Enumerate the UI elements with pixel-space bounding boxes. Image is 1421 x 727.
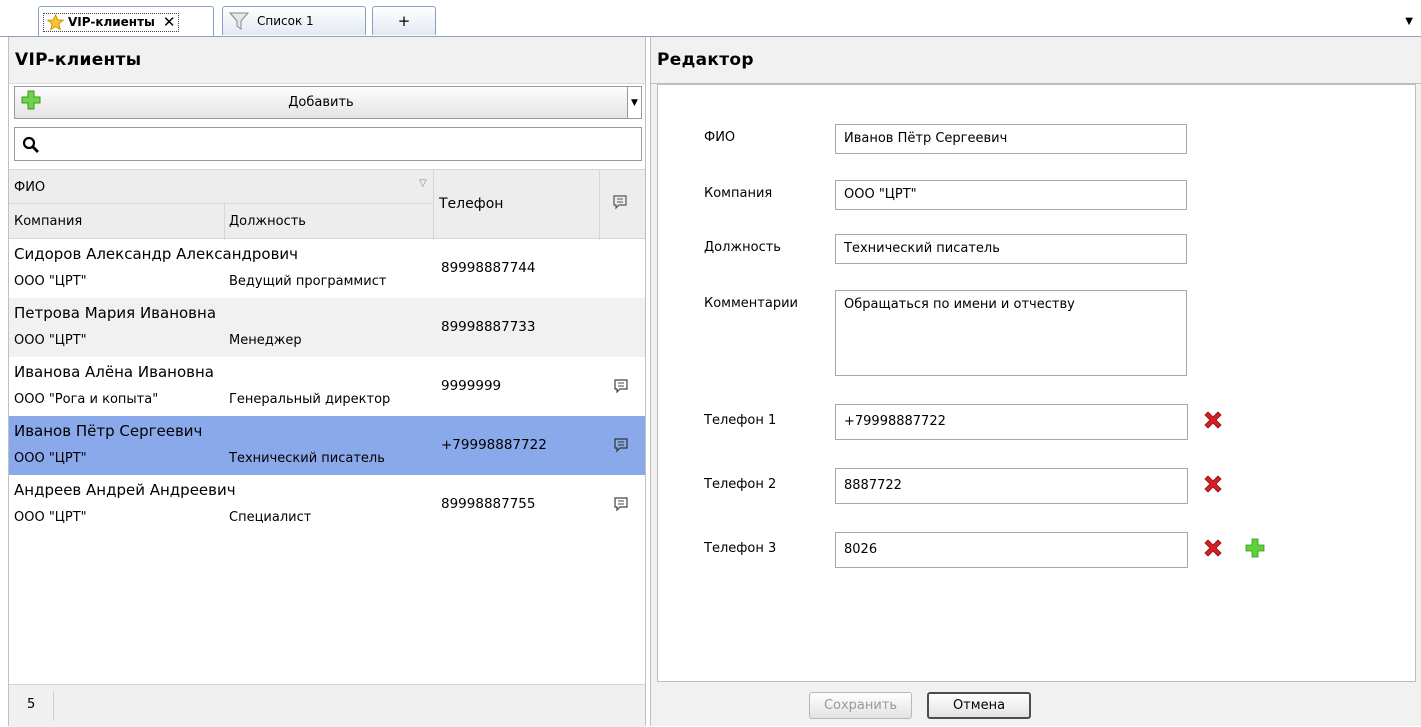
record-count: 5 xyxy=(27,697,36,712)
header-divider xyxy=(433,170,434,240)
comment-icon xyxy=(613,437,629,457)
row-name: Иванов Пётр Сергеевич xyxy=(14,422,203,440)
sort-indicator-icon: ▽ xyxy=(419,178,427,189)
table-row[interactable]: Петрова Мария Ивановна ООО "ЦРТ" Менедже… xyxy=(9,298,645,357)
header-divider xyxy=(9,203,433,204)
fio-label: ФИО xyxy=(704,130,736,145)
row-name: Сидоров Александр Александрович xyxy=(14,245,299,263)
tab-add-label: + xyxy=(397,12,411,30)
row-position: Специалист xyxy=(229,510,312,525)
row-company: ООО "ЦРТ" xyxy=(14,333,87,348)
column-header-fio[interactable]: ФИО xyxy=(14,180,45,195)
row-name: Петрова Мария Ивановна xyxy=(14,304,217,322)
comment-icon xyxy=(613,378,629,398)
table-row-selected[interactable]: Иванов Пётр Сергеевич ООО "ЦРТ" Техничес… xyxy=(9,416,645,475)
vip-clients-panel: VIP-клиенты Добавить ▼ ФИО ▽ Компания До… xyxy=(8,37,646,727)
tab-vip-label: VIP-клиенты xyxy=(68,15,155,29)
tab-list-label: Список 1 xyxy=(257,14,314,28)
row-company: ООО "Рога и копыта" xyxy=(14,392,159,407)
editor-form: ФИО Иванов Пётр Сергеевич Компания ООО "… xyxy=(657,84,1416,682)
phone-1-label: Телефон 1 xyxy=(704,413,777,428)
left-panel-footer: 5 xyxy=(9,684,645,727)
cancel-button[interactable]: Отмена xyxy=(927,692,1031,719)
comment-field[interactable]: Обращаться по имени и отчеству xyxy=(835,290,1187,376)
row-position: Менеджер xyxy=(229,333,302,348)
comment-icon xyxy=(613,496,629,516)
row-company: ООО "ЦРТ" xyxy=(14,451,87,466)
phone-2-label: Телефон 2 xyxy=(704,477,777,492)
editor-panel: Редактор ФИО Иванов Пётр Сергеевич Компа… xyxy=(650,37,1421,726)
delete-phone-2-icon[interactable] xyxy=(1202,473,1224,495)
filter-icon xyxy=(229,12,249,30)
close-icon[interactable]: ✕ xyxy=(163,13,176,31)
delete-phone-1-icon[interactable] xyxy=(1202,409,1224,431)
table-row[interactable]: Иванова Алёна Ивановна ООО "Рога и копыт… xyxy=(9,357,645,416)
row-phone: 89998887755 xyxy=(441,496,536,512)
add-phone-icon[interactable] xyxy=(1244,537,1266,559)
grid-header: ФИО ▽ Компания Должность Телефон xyxy=(9,169,645,240)
comment-label: Комментарии xyxy=(704,296,798,311)
column-header-company[interactable]: Компания xyxy=(14,214,82,229)
tab-add-new[interactable]: + xyxy=(372,6,436,35)
editor-footer: Сохранить Отмена xyxy=(651,683,1421,726)
company-field[interactable]: ООО "ЦРТ" xyxy=(835,180,1187,210)
left-panel-title: VIP-клиенты xyxy=(9,37,645,84)
row-phone: 89998887733 xyxy=(441,319,536,335)
add-button-label: Добавить xyxy=(288,95,354,110)
row-position: Технический писатель xyxy=(229,451,385,466)
search-icon xyxy=(22,136,39,153)
company-label: Компания xyxy=(704,186,773,201)
row-phone: 9999999 xyxy=(441,378,502,394)
phone-3-label: Телефон 3 xyxy=(704,541,777,556)
search-input[interactable] xyxy=(14,127,642,161)
table-row[interactable]: Сидоров Александр Александрович ООО "ЦРТ… xyxy=(9,239,645,298)
tab-vip-clients[interactable]: VIP-клиенты ✕ xyxy=(38,6,214,37)
row-company: ООО "ЦРТ" xyxy=(14,274,87,289)
position-label: Должность xyxy=(704,240,781,255)
footer-divider xyxy=(53,691,54,721)
position-field[interactable]: Технический писатель xyxy=(835,234,1187,264)
column-header-comment-icon[interactable] xyxy=(612,194,628,214)
tab-overflow-dropdown-icon[interactable]: ▼ xyxy=(1405,16,1413,27)
row-name: Андреев Андрей Андреевич xyxy=(14,481,236,499)
tab-list-1[interactable]: Список 1 xyxy=(222,6,366,35)
delete-phone-3-icon[interactable] xyxy=(1202,537,1224,559)
column-header-position[interactable]: Должность xyxy=(229,214,306,229)
tab-strip: VIP-клиенты ✕ Список 1 + ▼ xyxy=(0,0,1421,37)
phone-2-field[interactable]: 8887722 xyxy=(835,468,1188,504)
header-divider xyxy=(599,170,600,240)
row-name: Иванова Алёна Ивановна xyxy=(14,363,214,381)
fio-field[interactable]: Иванов Пётр Сергеевич xyxy=(835,124,1187,154)
column-header-phone[interactable]: Телефон xyxy=(439,196,503,212)
header-divider xyxy=(224,204,225,240)
row-phone: 89998887744 xyxy=(441,260,536,276)
client-list: Сидоров Александр Александрович ООО "ЦРТ… xyxy=(9,239,645,534)
row-company: ООО "ЦРТ" xyxy=(14,510,87,525)
add-dropdown-arrow-icon[interactable]: ▼ xyxy=(627,87,641,118)
table-row[interactable]: Андреев Андрей Андреевич ООО "ЦРТ" Специ… xyxy=(9,475,645,534)
phone-1-field[interactable]: +79998887722 xyxy=(835,404,1188,440)
tab-focus-frame: VIP-клиенты ✕ xyxy=(43,12,180,32)
phone-3-field[interactable]: 8026 xyxy=(835,532,1188,568)
save-button[interactable]: Сохранить xyxy=(809,692,912,719)
row-position: Генеральный директор xyxy=(229,392,391,407)
add-button[interactable]: Добавить ▼ xyxy=(14,86,642,119)
row-position: Ведущий программист xyxy=(229,274,387,289)
star-icon xyxy=(47,13,64,31)
row-phone: +79998887722 xyxy=(441,437,547,453)
editor-title: Редактор xyxy=(651,37,1421,84)
